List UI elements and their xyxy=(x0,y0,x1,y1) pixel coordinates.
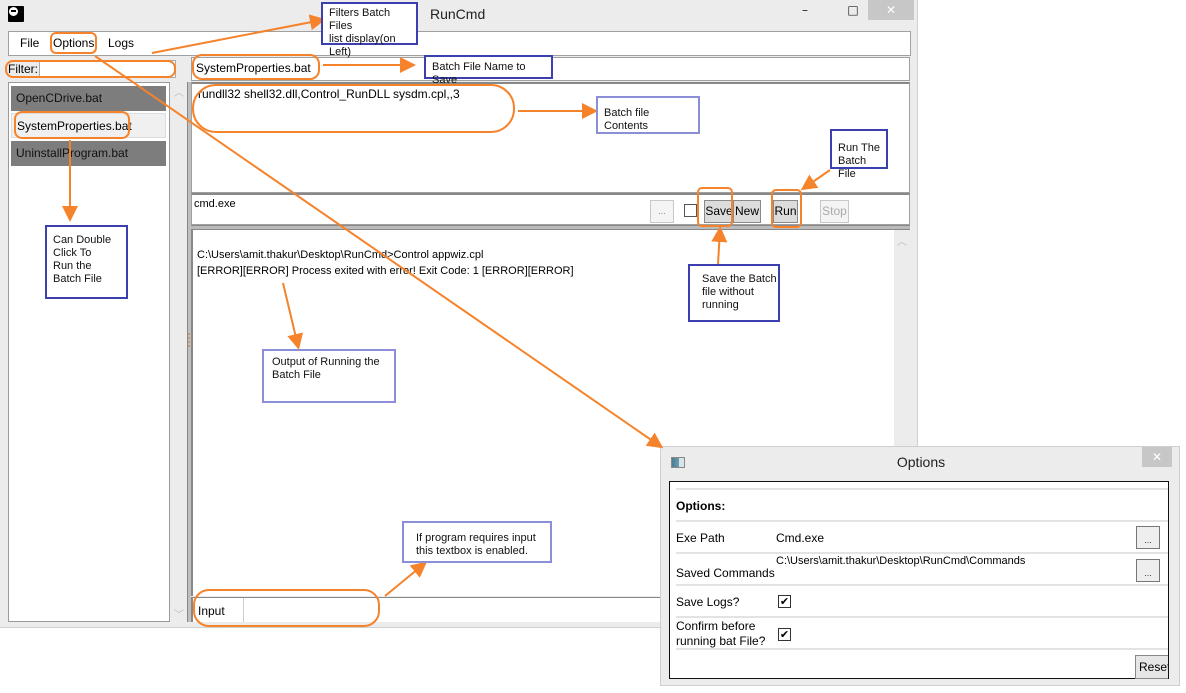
saved-commands-value[interactable]: C:\Users\amit.thakur\Desktop\RunCmd\Comm… xyxy=(776,555,1025,567)
output-line: [ERROR][ERROR] Process exited with error… xyxy=(197,265,574,277)
reset-row: Reset xyxy=(676,648,1168,679)
note-line: Can Double xyxy=(53,234,112,246)
note-line: Filters Batch Files xyxy=(329,7,391,32)
command-toolbar: cmd.exe ... Save New Run Stop xyxy=(191,193,910,225)
note-line: Click To xyxy=(53,247,92,259)
annotation-contents-note: Batch file Contents xyxy=(596,96,700,134)
note-line: Batch File xyxy=(838,155,867,180)
scroll-down-icon[interactable]: ﹀ xyxy=(174,606,184,621)
exe-path-text: cmd.exe xyxy=(194,198,236,210)
list-scrollbar[interactable]: ︿ ﹀ xyxy=(170,82,187,622)
annotation-ring-contents xyxy=(192,84,515,133)
save-logs-label: Save Logs? xyxy=(676,595,740,609)
saved-commands-row: Saved Commands C:\Users\amit.thakur\Desk… xyxy=(676,552,1168,584)
annotation-double-click-note: Can Double Click To Run the Batch File xyxy=(45,225,128,299)
annotation-ring-run xyxy=(771,189,802,228)
options-heading-row: Options: xyxy=(676,488,1168,520)
confirm-checkbox[interactable]: ✔ xyxy=(778,628,791,641)
toolbar-checkbox[interactable] xyxy=(684,204,697,217)
menu-logs[interactable]: Logs xyxy=(108,36,134,50)
menu-file[interactable]: File xyxy=(20,36,39,50)
annotation-batch-name-note: Batch File Name to Save xyxy=(424,55,553,86)
options-heading: Options: xyxy=(676,499,726,513)
confirm-label-line1: Confirm before xyxy=(676,619,756,633)
annotation-run-note: Run The Batch File xyxy=(830,129,888,180)
note-line: Run the xyxy=(53,260,92,272)
note-line: Save the Batch xyxy=(702,273,777,285)
new-button[interactable]: New xyxy=(733,200,761,223)
options-dialog: Options ✕ Options: Exe Path Cmd.exe ... … xyxy=(660,446,1180,686)
annotation-filter-note: Filters Batch Files list display(on Left… xyxy=(321,2,418,58)
note-line: Batch File xyxy=(272,369,321,381)
annotation-ring-options xyxy=(50,32,97,54)
save-logs-checkbox[interactable]: ✔ xyxy=(778,595,791,608)
output-line: C:\Users\amit.thakur\Desktop\RunCmd>Cont… xyxy=(197,249,484,261)
app-icon xyxy=(8,6,24,22)
annotation-ring-save xyxy=(697,187,733,227)
title-bar: RunCmd – □ ✕ xyxy=(0,0,918,30)
note-line: this textbox is enabled. xyxy=(416,545,528,557)
confirm-label-line2: running bat File? xyxy=(676,634,766,648)
menu-bar: File Options Logs xyxy=(8,31,911,56)
maximize-button[interactable]: □ xyxy=(838,0,868,20)
annotation-ring-batch-name xyxy=(192,54,320,80)
annotation-input-note: If program requires input this textbox i… xyxy=(402,521,552,563)
browse-button[interactable]: ... xyxy=(650,200,674,223)
reset-button[interactable]: Reset xyxy=(1135,655,1168,679)
options-panel: Options: Exe Path Cmd.exe ... Saved Comm… xyxy=(669,481,1169,679)
note-line: Run The xyxy=(838,142,880,154)
list-item[interactable]: UninstallProgram.bat xyxy=(11,141,166,166)
annotation-ring-input xyxy=(193,589,380,627)
window-title: RunCmd xyxy=(430,6,486,22)
save-logs-row: Save Logs? ✔ xyxy=(676,584,1168,616)
exe-path-value[interactable]: Cmd.exe xyxy=(776,531,824,545)
exe-path-row: Exe Path Cmd.exe ... xyxy=(676,520,1168,552)
note-line: file without xyxy=(702,286,754,298)
note-line: Batch File xyxy=(53,273,102,285)
minimize-button[interactable]: – xyxy=(790,0,820,20)
annotation-ring-list-item xyxy=(14,111,130,139)
note-line: Output of Running the xyxy=(272,356,380,368)
list-item[interactable]: OpenCDrive.bat xyxy=(11,86,166,111)
batch-file-list: OpenCDrive.bat SystemProperties.bat Unin… xyxy=(8,82,170,622)
exe-path-label: Exe Path xyxy=(676,531,725,545)
exe-path-browse-button[interactable]: ... xyxy=(1136,526,1160,549)
saved-commands-browse-button[interactable]: ... xyxy=(1136,559,1160,582)
confirm-row: Confirm before running bat File? ✔ xyxy=(676,616,1168,648)
scroll-up-icon[interactable]: ︿ xyxy=(174,84,184,99)
dialog-title: Options xyxy=(896,454,946,470)
scroll-up-icon[interactable]: ︿ xyxy=(897,233,907,248)
note-line: running xyxy=(702,299,739,311)
note-line: If program requires input xyxy=(416,532,536,544)
annotation-save-note: Save the Batch file without running xyxy=(688,264,780,322)
stop-button[interactable]: Stop xyxy=(820,200,849,223)
saved-commands-label: Saved Commands xyxy=(676,566,775,580)
note-line: list display(on Left) xyxy=(329,33,396,58)
close-button[interactable]: ✕ xyxy=(868,0,914,20)
annotation-ring-filter xyxy=(5,60,176,78)
dialog-close-button[interactable]: ✕ xyxy=(1142,447,1172,467)
splitter-grip-icon[interactable] xyxy=(188,333,190,347)
annotation-output-note: Output of Running the Batch File xyxy=(262,349,396,403)
